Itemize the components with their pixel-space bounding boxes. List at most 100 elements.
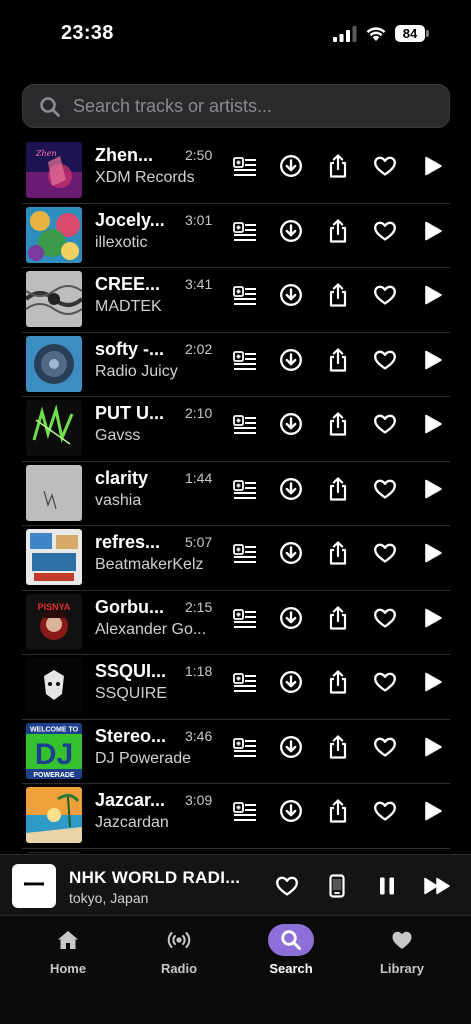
download-icon [280,800,302,822]
track-artist: SSQUIRE [95,685,168,702]
artwork-label: PISNYA [38,602,71,612]
track-row[interactable] [22,849,450,853]
play-button[interactable] [420,669,446,695]
tab-home[interactable]: Home [23,924,113,984]
share-button[interactable] [325,153,351,179]
track-row[interactable]: Jazcar... Jazcardan 3:09 [22,784,450,849]
download-button[interactable] [278,540,304,566]
like-button[interactable] [372,347,398,373]
heart-icon [374,221,396,241]
track-row[interactable]: WELCOME TO DJ POWERADE Stereo... DJ Powe… [22,720,450,784]
add-to-queue-icon [233,802,256,821]
add-to-queue-button[interactable] [232,153,258,179]
like-button[interactable] [372,218,398,244]
search-bar[interactable] [22,84,450,128]
add-to-queue-button[interactable] [232,347,258,373]
download-button[interactable] [278,153,304,179]
download-button[interactable] [278,476,304,502]
heart-icon [374,350,396,370]
fast-forward-icon [424,877,450,895]
track-title: clarity [95,467,149,488]
download-icon [280,284,302,306]
wifi-icon [366,27,386,41]
play-button[interactable] [420,540,446,566]
like-button[interactable] [372,153,398,179]
play-button[interactable] [420,605,446,631]
download-button[interactable] [278,218,304,244]
like-button[interactable] [372,476,398,502]
play-button[interactable] [420,476,446,502]
download-button[interactable] [278,798,304,824]
share-button[interactable] [325,282,351,308]
like-button[interactable] [372,605,398,631]
track-title: Zhen... [95,145,153,165]
track-duration: 1:18 [185,663,213,679]
share-button[interactable] [325,734,351,760]
search-input[interactable] [73,85,443,127]
share-button[interactable] [325,605,351,631]
like-button[interactable] [372,734,398,760]
track-row[interactable]: Jocely... illexotic 3:01 [22,204,450,268]
track-row[interactable]: refres... BeatmakerKelz 5:07 [22,526,450,591]
share-button[interactable] [325,347,351,373]
play-button[interactable] [420,218,446,244]
pause-button[interactable] [374,873,400,899]
download-button[interactable] [278,347,304,373]
share-button[interactable] [325,669,351,695]
download-button[interactable] [278,282,304,308]
share-button[interactable] [325,411,351,437]
like-button[interactable] [372,669,398,695]
download-button[interactable] [278,669,304,695]
track-artist: Jazcardan [95,814,169,831]
share-button[interactable] [325,218,351,244]
track-row[interactable]: softy -... Radio Juicy 2:02 [22,333,450,397]
tab-label: Search [269,961,313,976]
like-button[interactable] [372,411,398,437]
track-row[interactable]: CREE... MADTEK 3:41 [22,268,450,333]
tab-library[interactable]: Library [357,924,447,984]
play-button[interactable] [420,734,446,760]
share-button[interactable] [325,540,351,566]
play-button[interactable] [420,798,446,824]
heart-icon [379,924,425,956]
now-playing-bar[interactable]: ール NHK WORLD RADI... tokyo, Japan [0,854,471,943]
download-button[interactable] [278,605,304,631]
track-title: softy -... [95,338,165,359]
add-to-queue-button[interactable] [232,734,258,760]
share-button[interactable] [325,798,351,824]
share-button[interactable] [325,476,351,502]
device-button[interactable] [324,873,350,899]
add-to-queue-button[interactable] [232,605,258,631]
track-list[interactable]: Zhen Zhen... XDM Records 2:50 Jocely... … [22,139,450,853]
add-to-queue-button[interactable] [232,476,258,502]
share-icon [329,541,347,565]
favorite-button[interactable] [274,873,300,899]
play-button[interactable] [420,347,446,373]
add-to-queue-button[interactable] [232,218,258,244]
download-button[interactable] [278,734,304,760]
play-icon [425,801,442,821]
share-icon [329,605,347,630]
add-to-queue-button[interactable] [232,798,258,824]
skip-forward-button[interactable] [424,873,450,899]
like-button[interactable] [372,540,398,566]
track-row[interactable]: PISNYA Gorbu... Alexander Go... 2:15 [22,591,450,655]
download-icon [280,413,302,435]
track-row[interactable]: SSQUI... SSQUIRE 1:18 [22,655,450,720]
play-button[interactable] [420,282,446,308]
track-row[interactable]: Zhen Zhen... XDM Records 2:50 [22,139,450,204]
add-to-queue-button[interactable] [232,411,258,437]
add-to-queue-button[interactable] [232,669,258,695]
add-to-queue-button[interactable] [232,282,258,308]
like-button[interactable] [372,282,398,308]
download-button[interactable] [278,411,304,437]
like-button[interactable] [372,798,398,824]
track-row[interactable]: clarity vashia 1:44 [22,462,450,526]
play-button[interactable] [420,411,446,437]
track-row[interactable]: PUT U... Gavss 2:10 [22,397,450,462]
play-button[interactable] [420,153,446,179]
heart-icon [276,876,298,896]
tab-radio[interactable]: Radio [134,924,224,984]
add-to-queue-button[interactable] [232,540,258,566]
tab-search[interactable]: Search [246,924,336,984]
